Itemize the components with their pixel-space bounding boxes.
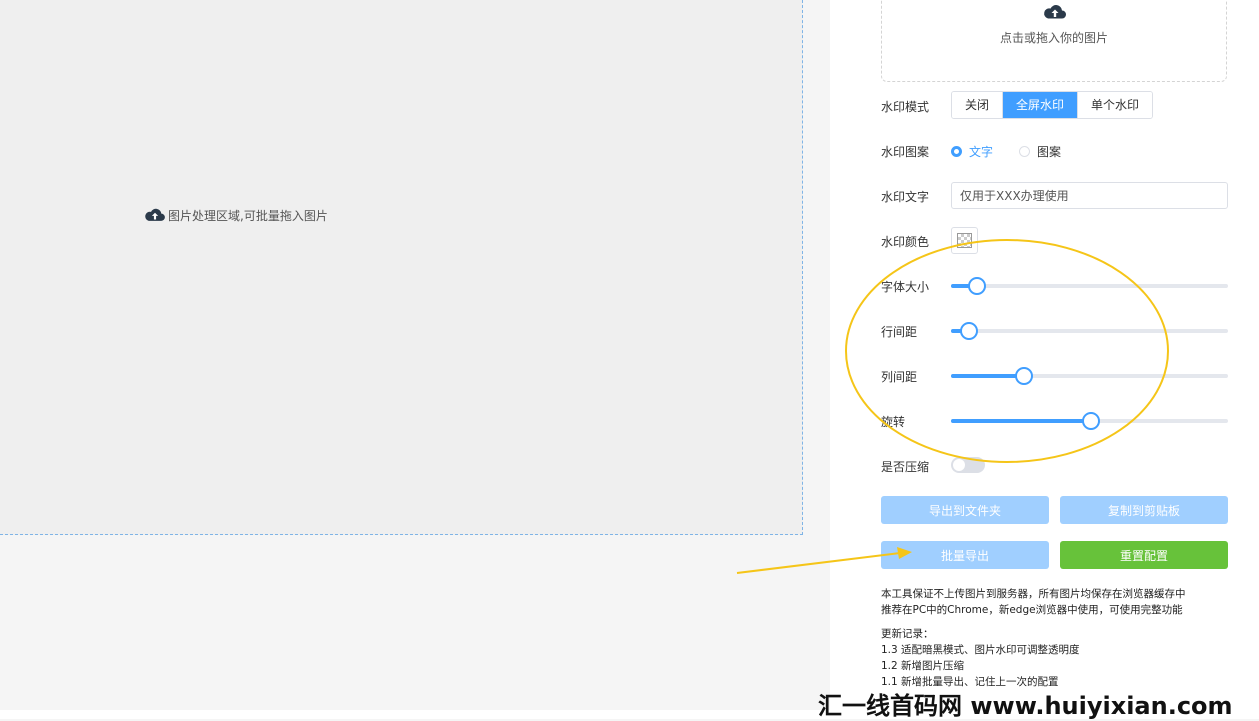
label-rotate: 旋转 <box>881 415 906 429</box>
slider-fill <box>951 419 1090 423</box>
radio-unchecked-icon <box>1019 146 1031 157</box>
col-spacing-slider[interactable] <box>951 367 1228 385</box>
changelog-title: 更新记录： <box>881 628 934 640</box>
changelog-item: 1.3 适配暗黑模式、图片水印可调整透明度 <box>881 644 1080 656</box>
radio-checked-icon <box>951 146 962 157</box>
radio-pattern[interactable]: 图案 <box>1019 143 1061 160</box>
site-watermark: 汇一线首码网 www.huiyixian.com <box>818 692 1233 720</box>
watermark-text-input[interactable] <box>951 182 1228 209</box>
copy-clipboard-button[interactable]: 复制到剪贴板 <box>1060 496 1228 524</box>
mode-segmented-control: 关闭 全屏水印 单个水印 <box>951 91 1154 119</box>
slider-handle[interactable] <box>1015 367 1034 385</box>
label-element: 水印图案 <box>881 145 930 159</box>
line-spacing-slider[interactable] <box>951 322 1228 340</box>
switch-knob <box>953 459 965 471</box>
privacy-note: 本工具保证不上传图片到服务器，所有图片均保存在浏览器缓存中 <box>881 588 1186 600</box>
mode-option-off[interactable]: 关闭 <box>952 92 1004 118</box>
mode-option-fullscreen[interactable]: 全屏水印 <box>1003 92 1079 118</box>
drop-hint-text: 图片处理区域,可批量拖入图片 <box>168 208 328 223</box>
label-text: 水印文字 <box>881 190 930 204</box>
rotate-slider[interactable] <box>951 412 1228 430</box>
export-folder-button[interactable]: 导出到文件夹 <box>881 496 1049 524</box>
slider-handle[interactable] <box>959 322 978 340</box>
label-line-spacing: 行间距 <box>881 325 918 339</box>
upload-cloud-icon <box>1044 5 1066 19</box>
changelog-item: 1.2 新增图片压缩 <box>881 660 965 672</box>
upload-text: 点击或拖入你的图片 <box>999 31 1108 45</box>
image-drop-area[interactable]: 图片处理区域,可批量拖入图片 <box>0 0 803 535</box>
label-compress: 是否压缩 <box>881 460 930 474</box>
label-mode: 水印模式 <box>881 100 930 114</box>
upload-box[interactable]: 点击或拖入你的图片 <box>881 0 1227 82</box>
compress-switch[interactable] <box>951 457 985 473</box>
color-picker[interactable] <box>951 227 978 254</box>
radio-text[interactable]: 文字 <box>951 143 993 160</box>
label-font-size: 字体大小 <box>881 280 930 294</box>
label-color: 水印颜色 <box>881 235 930 249</box>
drop-hint: 图片处理区域,可批量拖入图片 <box>144 206 328 224</box>
transparent-swatch-icon <box>957 233 972 248</box>
browser-note: 推荐在PC中的Chrome，新edge浏览器中使用，可使用完整功能 <box>881 604 1183 616</box>
upload-cloud-icon <box>145 208 165 221</box>
slider-handle[interactable] <box>967 277 986 295</box>
slider-fill <box>951 374 1024 378</box>
element-radio-group: 文字 图案 <box>951 143 1061 160</box>
batch-export-button[interactable]: 批量导出 <box>881 541 1049 569</box>
font-size-slider[interactable] <box>951 277 1228 295</box>
reset-config-button[interactable]: 重置配置 <box>1060 541 1228 569</box>
slider-handle[interactable] <box>1081 412 1100 430</box>
label-col-spacing: 列间距 <box>881 370 918 384</box>
settings-panel: 点击或拖入你的图片 水印模式 关闭 全屏水印 单个水印 水印图案 文字 图案 水… <box>830 0 1259 719</box>
mode-option-single[interactable]: 单个水印 <box>1078 92 1153 118</box>
